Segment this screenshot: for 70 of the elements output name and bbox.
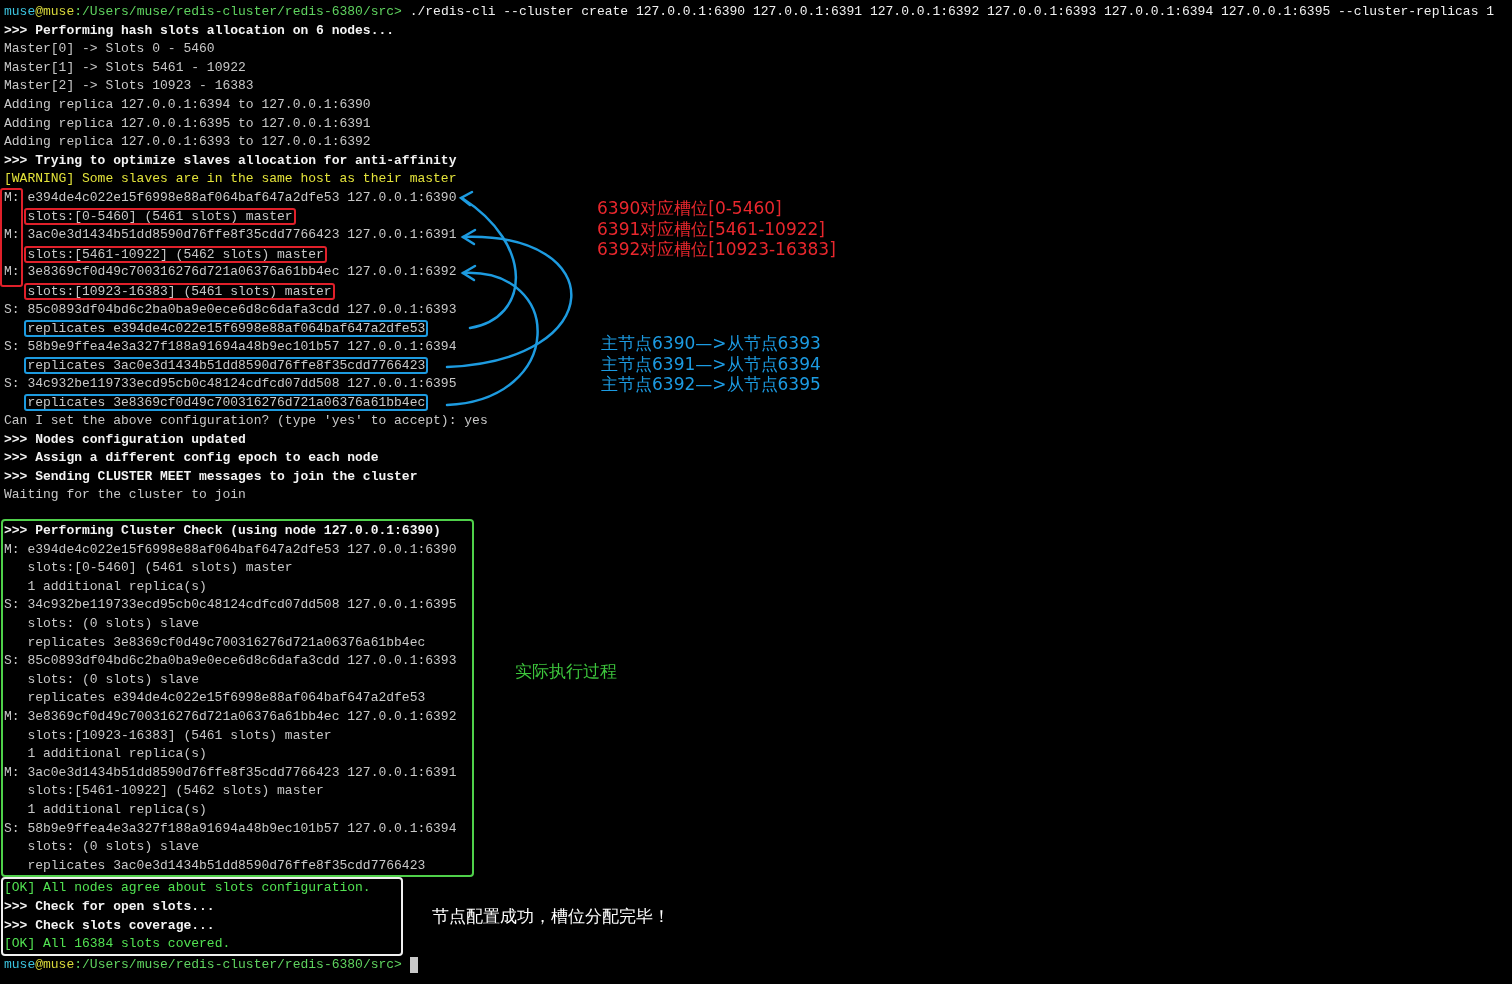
terminal-line: >>> Assign a different config epoch to each node bbox=[4, 449, 379, 468]
terminal-line: replicates 3e8369cf0d49c700316276d721a06376a61bb4ec bbox=[27, 633, 426, 652]
terminal-line: >>> Performing Cluster Check (using node 127.0.0.1:6390) bbox=[4, 522, 441, 541]
prompt-host: @muse bbox=[35, 955, 75, 974]
command-text: ./redis-cli --cluster create 127.0.0.1:6390 127.0.0.1:6391 127.0.0.1:6392 127.0.0.1:6393 127.0.0.1:6394 127.0.0.1:6395 --cluster-replicas 1 bbox=[408, 3, 1495, 21]
terminal-line: 3ac0e3d1434b51dd8590d76ffe8f35cdd7766423 127.0.0.1:6391 bbox=[27, 763, 457, 782]
node-tag: M: bbox=[4, 227, 20, 243]
prompt-user: muse bbox=[4, 3, 36, 21]
node-tag: M: bbox=[4, 189, 20, 205]
terminal-line: e394de4c022e15f6998e88af064baf647a2dfe53 127.0.0.1:6390 bbox=[27, 188, 457, 207]
node-tag: S: bbox=[4, 597, 20, 613]
annotation-text: 主节点6390—>从节点6393 bbox=[601, 333, 821, 354]
prompt-host: @muse bbox=[35, 3, 75, 21]
terminal-line: Adding replica 127.0.0.1:6395 to 127.0.0.1:6391 bbox=[4, 114, 371, 133]
terminal-line: 58b9e9ffea4e3a327f188a91694a48b9ec101b57 127.0.0.1:6394 bbox=[27, 337, 457, 356]
node-tag: S: bbox=[4, 301, 20, 317]
terminal-line: Adding replica 127.0.0.1:6394 to 127.0.0.1:6390 bbox=[4, 95, 371, 114]
node-tag: S: bbox=[4, 375, 20, 391]
terminal-line: slots:[5461-10922] (5462 slots) master bbox=[27, 782, 324, 801]
terminal-line: [WARNING] Some slaves are in the same host as their master bbox=[4, 170, 457, 189]
terminal-line: slots: (0 slots) slave bbox=[27, 838, 200, 857]
prompt-path: :/Users/muse/redis-cluster/redis-6380/src> bbox=[74, 955, 402, 974]
terminal-line: 3e8369cf0d49c700316276d721a06376a61bb4ec 127.0.0.1:6392 bbox=[27, 263, 457, 282]
node-tag: M: bbox=[4, 708, 20, 724]
terminal-line: 85c0893df04bd6c2ba0ba9e0ece6d8c6dafa3cdd 127.0.0.1:6393 bbox=[27, 652, 457, 671]
terminal-line: >>> Check slots coverage... bbox=[4, 916, 215, 935]
terminal-line: 1 additional replica(s) bbox=[27, 745, 207, 764]
node-tag: S: bbox=[4, 820, 20, 836]
prompt-path: :/Users/muse/redis-cluster/redis-6380/src> bbox=[74, 3, 402, 21]
terminal-line: 1 additional replica(s) bbox=[27, 577, 207, 596]
terminal-line: Adding replica 127.0.0.1:6393 to 127.0.0.1:6392 bbox=[4, 133, 371, 152]
terminal-line: 85c0893df04bd6c2ba0ba9e0ece6d8c6dafa3cdd 127.0.0.1:6393 bbox=[27, 300, 457, 319]
terminal-line: 34c932be119733ecd95cb0c48124cdfcd07dd508 127.0.0.1:6395 bbox=[27, 374, 457, 393]
terminal-line: 58b9e9ffea4e3a327f188a91694a48b9ec101b57 127.0.0.1:6394 bbox=[27, 819, 457, 838]
terminal-line: 34c932be119733ecd95cb0c48124cdfcd07dd508 127.0.0.1:6395 bbox=[27, 596, 457, 615]
terminal-line: Can I set the above configuration? (type 'yes' to accept): yes bbox=[4, 412, 488, 431]
terminal-line: replicates e394de4c022e15f6998e88af064baf647a2dfe53 bbox=[27, 689, 426, 708]
annotation-text: 主节点6392—>从节点6395 bbox=[601, 374, 821, 395]
annotation-text: 实际执行过程 bbox=[515, 661, 617, 682]
node-tag: M: bbox=[4, 264, 20, 280]
node-tag: M: bbox=[4, 764, 20, 780]
terminal-line: slots:[0-5460] (5461 slots) master bbox=[27, 559, 293, 578]
node-tag: M: bbox=[4, 541, 20, 557]
terminal-line: e394de4c022e15f6998e88af064baf647a2dfe53 127.0.0.1:6390 bbox=[27, 540, 457, 559]
annotation-text: 6390对应槽位[0-5460] bbox=[597, 198, 783, 219]
annotation-text: 节点配置成功，槽位分配完毕！ bbox=[432, 906, 670, 927]
terminal-line: >>> Trying to optimize slaves allocation for anti-affinity bbox=[4, 151, 457, 170]
terminal-line: slots:[10923-16383] (5461 slots) master bbox=[27, 726, 332, 745]
node-tag: S: bbox=[4, 338, 20, 354]
annotation-text: 6391对应槽位[5461-10922] bbox=[597, 218, 826, 239]
terminal-line: replicates 3ac0e3d1434b51dd8590d76ffe8f35cdd7766423 bbox=[27, 856, 426, 875]
node-tag: S: bbox=[4, 653, 20, 669]
annotation-text: 主节点6391—>从节点6394 bbox=[601, 353, 821, 374]
terminal-line: [OK] All 16384 slots covered. bbox=[4, 935, 231, 954]
terminal-line: Master[0] -> Slots 0 - 5460 bbox=[4, 40, 215, 59]
terminal-line: Master[2] -> Slots 10923 - 16383 bbox=[4, 77, 254, 96]
terminal-line: 3ac0e3d1434b51dd8590d76ffe8f35cdd7766423 127.0.0.1:6391 bbox=[27, 226, 457, 245]
terminal-line: Waiting for the cluster to join bbox=[4, 486, 246, 505]
terminal-line: >>> Nodes configuration updated bbox=[4, 430, 246, 449]
terminal-line: >>> Check for open slots... bbox=[4, 897, 215, 916]
terminal-line: Master[1] -> Slots 5461 - 10922 bbox=[4, 58, 246, 77]
prompt-user: muse bbox=[4, 955, 36, 974]
terminal-line: >>> Performing hash slots allocation on 6 nodes... bbox=[4, 21, 395, 40]
terminal-line: 1 additional replica(s) bbox=[27, 800, 207, 819]
terminal-line: >>> Sending CLUSTER MEET messages to join the cluster bbox=[4, 467, 418, 486]
annotation-text: 6392对应槽位[10923-16383] bbox=[597, 239, 836, 260]
terminal-line: [OK] All nodes agree about slots configuration. bbox=[4, 879, 371, 898]
terminal-line: slots: (0 slots) slave bbox=[27, 615, 200, 633]
terminal-line: 3e8369cf0d49c700316276d721a06376a61bb4ec 127.0.0.1:6392 bbox=[27, 707, 457, 726]
terminal-line: slots: (0 slots) slave bbox=[27, 670, 200, 689]
